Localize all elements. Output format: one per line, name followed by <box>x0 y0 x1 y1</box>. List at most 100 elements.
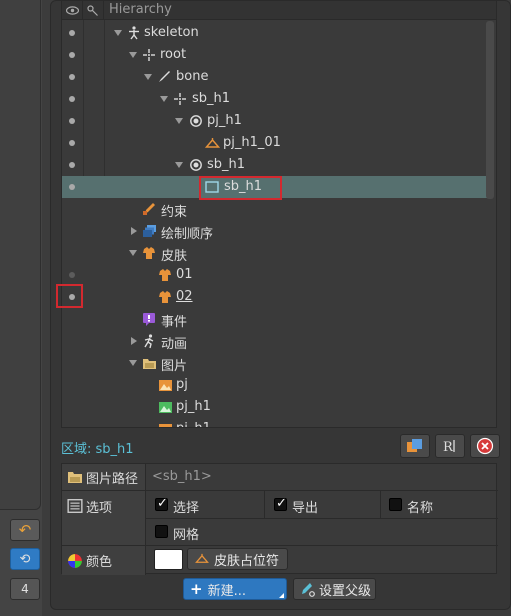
tree-label: 绘制顺序 <box>161 227 214 242</box>
tree-label: 事件 <box>161 315 188 330</box>
replace-image-icon <box>407 439 422 452</box>
image-icon <box>157 377 173 393</box>
highlight-visibility-dot <box>56 284 83 308</box>
tree-row-skin-02[interactable]: 02 <box>62 286 488 308</box>
tree-row-skins[interactable]: 皮肤 <box>62 242 488 264</box>
bone-cross-icon <box>172 91 188 107</box>
tree-label: root <box>160 47 187 62</box>
tree-label: sb_h1 <box>192 91 231 106</box>
image-mesh-icon <box>157 399 173 415</box>
expand-arrow-icon[interactable] <box>131 337 137 345</box>
tree-label: skeleton <box>144 25 199 40</box>
hierarchy-tree[interactable]: Hierarchy skeleton root bone sb_h1 pj_h1… <box>61 0 497 428</box>
expand-arrow-icon[interactable] <box>175 118 183 124</box>
tree-label: 01 <box>176 267 193 282</box>
region-title: 区域: sb_h1 <box>61 442 134 457</box>
visibility-dot[interactable] <box>69 96 75 102</box>
tree-row-bone[interactable]: bone <box>62 66 488 88</box>
skin-icon <box>157 267 173 283</box>
tree-row-events[interactable]: 事件 <box>62 308 488 330</box>
export-checkbox[interactable] <box>274 496 287 511</box>
tree-label: sb_h1 <box>207 157 246 172</box>
tree-label: 皮肤 <box>161 249 188 264</box>
tree-row-root[interactable]: root <box>62 44 488 66</box>
tree-row-skeleton[interactable]: skeleton <box>62 22 488 44</box>
tree-row-image-partial[interactable]: pj_h1 <box>62 418 488 427</box>
visibility-dot[interactable] <box>69 52 75 58</box>
color-wheel-icon <box>68 554 82 568</box>
visibility-dot[interactable] <box>69 162 75 168</box>
color-label: 颜色 <box>86 555 113 570</box>
expand-arrow-icon[interactable] <box>131 227 137 235</box>
tree-label: 动画 <box>161 337 188 352</box>
left-panel-content <box>0 0 41 510</box>
tree-row-skin-01[interactable]: 01 <box>62 264 488 286</box>
expand-arrow-icon[interactable] <box>144 74 152 80</box>
expand-arrow-icon[interactable] <box>175 162 183 168</box>
hierarchy-title: Hierarchy <box>109 2 172 17</box>
tree-row-animations[interactable]: 动画 <box>62 330 488 352</box>
delete-icon <box>476 437 494 455</box>
divider <box>380 491 381 518</box>
visibility-dot[interactable] <box>69 30 75 36</box>
keys-column-header[interactable] <box>83 1 104 20</box>
set-parent-icon <box>302 582 315 597</box>
new-button[interactable]: + 新建... <box>183 578 287 600</box>
tree-label: pj_h1 <box>176 421 211 427</box>
bone-cross-icon <box>141 47 157 63</box>
mesh-label: 网格 <box>173 528 200 543</box>
tree-row-images[interactable]: 图片 <box>62 352 488 374</box>
tree-row-draw-order[interactable]: 绘制顺序 <box>62 220 488 242</box>
skin-placeholder-icon <box>195 553 209 563</box>
expand-arrow-icon[interactable] <box>160 96 168 102</box>
export-label: 导出 <box>292 501 319 516</box>
sync-button[interactable]: ⟲ <box>10 548 40 570</box>
visibility-dot[interactable] <box>69 74 75 80</box>
tree-row-sb-h1-bone[interactable]: sb_h1 <box>62 88 488 110</box>
skin-placeholder-label: 皮肤占位符 <box>214 553 280 569</box>
visibility-dot[interactable] <box>69 140 75 146</box>
number-label: 4 <box>21 582 29 596</box>
visibility-dot[interactable] <box>69 184 75 190</box>
tree-scrollbar[interactable] <box>486 21 494 199</box>
undo-button[interactable]: ↶ <box>10 519 40 541</box>
mesh-checkbox[interactable] <box>155 525 168 538</box>
tree-row-pj-h1-slot[interactable]: pj_h1 <box>62 110 488 132</box>
tree-row-constraints[interactable]: 约束 <box>62 198 488 220</box>
tree-row-sb-h1-slot[interactable]: sb_h1 <box>62 154 488 176</box>
visibility-column-header[interactable] <box>62 1 83 20</box>
skin-icon <box>157 289 173 305</box>
key-icon <box>87 4 98 16</box>
dropdown-corner-icon <box>279 593 284 598</box>
expand-arrow-icon[interactable] <box>114 30 122 36</box>
expand-arrow-icon[interactable] <box>129 250 137 256</box>
name-checkbox[interactable] <box>389 498 402 511</box>
visibility-dot[interactable] <box>69 272 75 278</box>
tree-row-image-pj-h1[interactable]: pj_h1 <box>62 396 488 418</box>
highlight-selected-region <box>199 176 282 200</box>
rename-button[interactable]: R <box>435 434 465 458</box>
tree-row-image-pj[interactable]: pj <box>62 374 488 396</box>
tree-label: 图片 <box>161 359 188 374</box>
skin-placeholder-button[interactable]: 皮肤占位符 <box>187 548 288 570</box>
number-button[interactable]: 4 <box>10 578 40 600</box>
tree-row-pj-h1-01[interactable]: pj_h1_01 <box>62 132 488 154</box>
expand-arrow-icon[interactable] <box>129 52 137 58</box>
tree-label: pj_h1_01 <box>223 135 281 150</box>
region-properties: 图片路径 <sb_h1> 选项 选择 导出 名称 网格 颜色 皮肤占位符 <box>61 463 498 575</box>
delete-button[interactable] <box>470 434 500 458</box>
visibility-dot[interactable] <box>69 118 75 124</box>
image-path-value[interactable]: <sb_h1> <box>152 469 212 484</box>
set-parent-button[interactable]: 设置父级 <box>293 578 376 600</box>
constraint-icon <box>141 201 157 217</box>
color-swatch[interactable] <box>154 549 183 570</box>
skin-icon <box>141 245 157 261</box>
replace-image-button[interactable] <box>400 434 430 458</box>
image-path-label-cell: 图片路径 <box>62 464 146 490</box>
plus-icon: + <box>190 580 203 598</box>
folder-icon <box>141 355 157 371</box>
sync-icon: ⟲ <box>19 551 31 567</box>
expand-arrow-icon[interactable] <box>129 360 137 366</box>
bone-icon <box>156 69 172 85</box>
select-checkbox[interactable] <box>155 496 168 511</box>
